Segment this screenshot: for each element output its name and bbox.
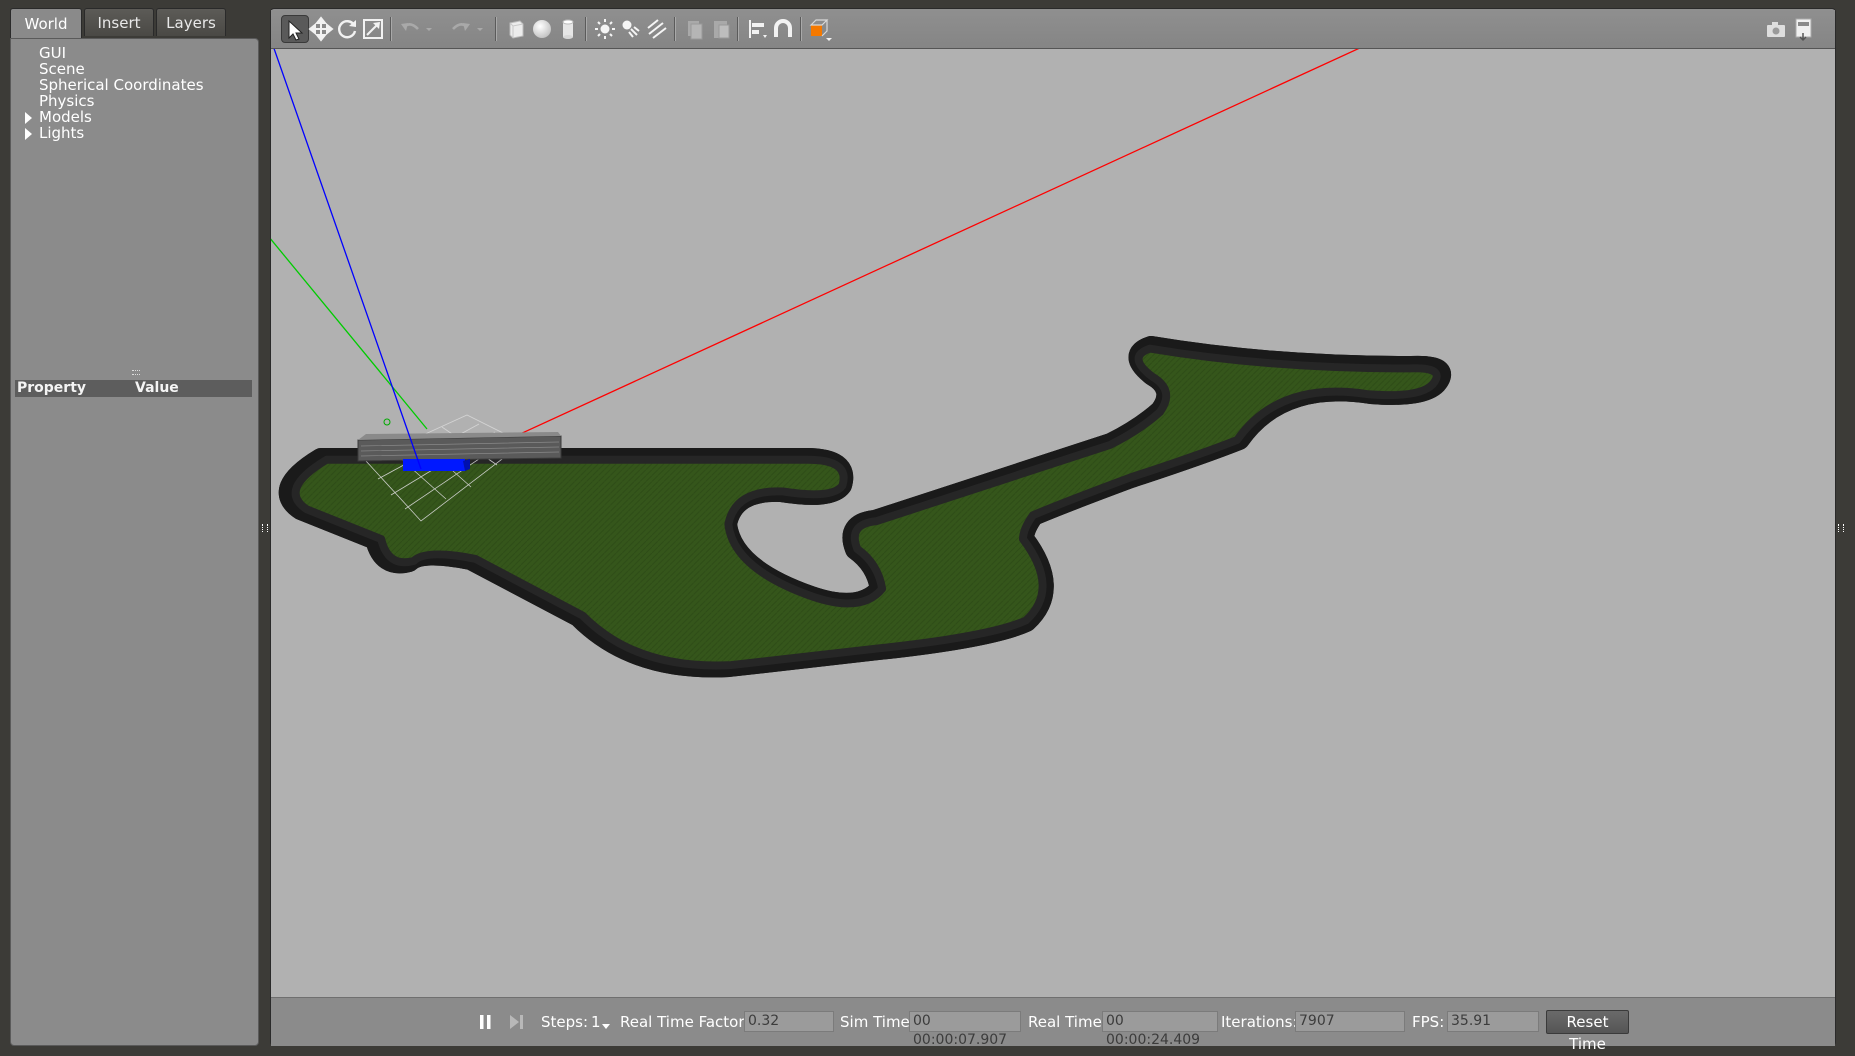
expand-arrow-icon[interactable] (25, 112, 32, 124)
tree-item-lights[interactable]: Lights (39, 124, 84, 143)
copy-icon (688, 21, 703, 40)
sphere-icon (533, 20, 551, 38)
toolbar-separator (495, 17, 497, 41)
align-icon (749, 20, 767, 38)
origin-marker (383, 418, 391, 426)
steps-spinner-icon[interactable] (602, 1024, 610, 1029)
pause-icon (480, 1015, 491, 1029)
expand-arrow-icon[interactable] (25, 128, 32, 140)
spot-light-button[interactable] (617, 15, 645, 43)
directional-light-icon (647, 19, 667, 39)
sim-time-label: Sim Time: (840, 1013, 915, 1031)
y-axis-line (271, 238, 428, 430)
chevron-down-icon (477, 28, 483, 31)
screenshot-button[interactable] (1762, 15, 1790, 43)
snap-button[interactable] (769, 15, 797, 43)
undo-icon (401, 23, 419, 31)
3d-viewport[interactable] (271, 49, 1835, 997)
steps-value[interactable]: 1 (591, 1013, 601, 1031)
iterations-label: Iterations: (1221, 1013, 1298, 1031)
paste-icon (714, 21, 730, 39)
sun-icon (595, 19, 615, 39)
toolbar-separator (390, 17, 392, 41)
rotate-mode-button[interactable] (333, 15, 361, 43)
select-mode-button[interactable] (281, 15, 309, 43)
box-icon (509, 20, 524, 39)
view-angle-button[interactable] (806, 15, 834, 43)
real-time-field: 00 00:00:24.409 (1102, 1011, 1218, 1048)
world-panel: GUI Scene Spherical Coordinates Physics … (10, 38, 259, 1046)
panel-tabs: World Insert Layers (10, 8, 228, 38)
property-column-header[interactable]: Property (17, 380, 86, 397)
view-cube-icon (809, 19, 832, 41)
tab-world[interactable]: World (10, 8, 82, 38)
z-axis-line (273, 49, 422, 470)
splitter-handle[interactable] (132, 370, 140, 375)
sphere-shape-button[interactable] (528, 15, 556, 43)
scale-mode-button[interactable] (359, 15, 387, 43)
scale-icon (363, 19, 383, 39)
fps-label: FPS: (1412, 1013, 1445, 1031)
point-light-button[interactable] (591, 15, 619, 43)
undo-button[interactable] (396, 15, 424, 43)
chevron-down-icon (426, 28, 432, 31)
align-button[interactable] (743, 15, 771, 43)
spotlight-icon (622, 20, 640, 38)
log-document-icon (1795, 18, 1812, 42)
iterations-field: 7907 (1295, 1011, 1405, 1032)
log-button[interactable] (1790, 15, 1818, 43)
redo-button[interactable] (447, 15, 475, 43)
toolbar-separator (800, 17, 802, 41)
pause-button[interactable] (471, 1008, 499, 1036)
copy-button[interactable] (681, 15, 709, 43)
real-time-factor-field: 0.32 (744, 1011, 834, 1032)
redo-icon (452, 23, 470, 31)
property-table-header: Property Value (15, 380, 252, 397)
translate-mode-button[interactable] (307, 15, 335, 43)
scene-render (271, 49, 1835, 997)
step-forward-icon (510, 1015, 523, 1029)
right-panel-collapse-handle[interactable] (1838, 524, 1844, 532)
left-panel: World Insert Layers GUI Scene Spherical … (10, 8, 260, 1046)
undo-history-dropdown[interactable] (422, 15, 436, 43)
magnet-icon (774, 19, 792, 37)
camera-icon (1767, 22, 1785, 37)
tab-insert[interactable]: Insert (84, 8, 154, 36)
value-column-header[interactable]: Value (135, 380, 179, 397)
directional-light-button[interactable] (643, 15, 671, 43)
toolbar-separator (585, 17, 587, 41)
fps-field: 35.91 (1447, 1011, 1539, 1032)
rotate-icon (338, 20, 357, 39)
paste-button[interactable] (707, 15, 735, 43)
sim-time-field: 00 00:00:07.907 (909, 1011, 1021, 1048)
toolbar-separator (674, 17, 676, 41)
steps-label: Steps: (541, 1013, 589, 1031)
box-shape-button[interactable] (502, 15, 530, 43)
reset-time-button[interactable]: Reset Time (1546, 1010, 1629, 1053)
real-time-label: Real Time: (1028, 1013, 1107, 1031)
cursor-arrow-icon (288, 19, 304, 41)
step-button[interactable] (502, 1008, 530, 1036)
simulation-status-bar: Steps: 1 Real Time Factor: 0.32 Sim Time… (271, 997, 1835, 1053)
toolbar (271, 10, 1835, 49)
cylinder-shape-button[interactable] (554, 15, 582, 43)
tab-layers[interactable]: Layers (156, 8, 226, 36)
move-arrows-icon (308, 16, 334, 42)
race-track (290, 336, 1440, 666)
left-panel-collapse-handle[interactable] (262, 524, 268, 532)
real-time-factor-label: Real Time Factor: (620, 1013, 750, 1031)
cylinder-icon (562, 19, 574, 39)
toolbar-separator (737, 17, 739, 41)
redo-history-dropdown[interactable] (473, 15, 487, 43)
